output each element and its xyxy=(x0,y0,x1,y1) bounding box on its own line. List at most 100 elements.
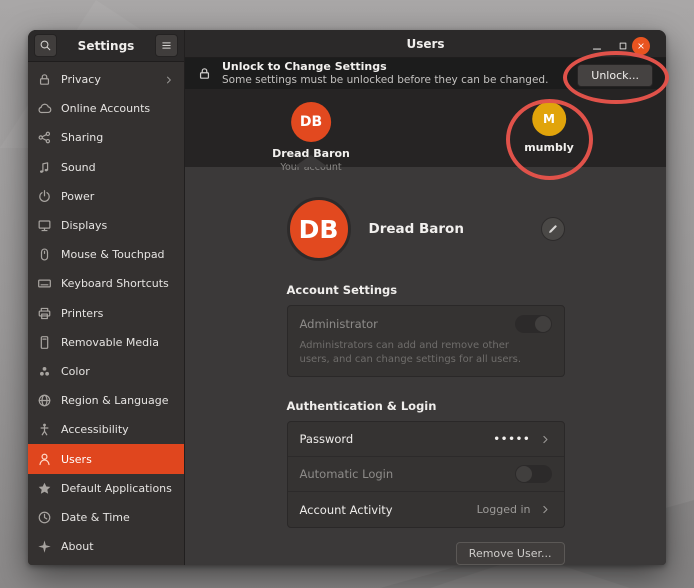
keyboard-icon xyxy=(37,276,52,291)
desktop: { "sidebar": { "title": "Settings", "ite… xyxy=(0,0,694,588)
row-value: ••••• xyxy=(494,434,531,445)
sparkle-icon xyxy=(37,539,52,554)
sidebar-item-label: Users xyxy=(61,453,175,466)
media-icon xyxy=(37,335,52,350)
globe-icon xyxy=(37,393,52,408)
unlock-banner: Unlock to Change Settings Some settings … xyxy=(185,58,666,89)
lock-icon xyxy=(37,72,52,87)
app-title: Settings xyxy=(57,39,155,53)
sidebar-item-about[interactable]: About xyxy=(28,532,184,561)
row-account-activity[interactable]: Account ActivityLogged in xyxy=(288,492,564,527)
sidebar-item-label: Printers xyxy=(61,307,175,320)
user-avatar: M xyxy=(532,102,566,136)
row-value: Logged in xyxy=(477,503,531,516)
sidebar-item-label: Region & Language xyxy=(61,394,175,407)
sidebar-item-default-applications[interactable]: Default Applications xyxy=(28,474,184,503)
sidebar-item-displays[interactable]: Displays xyxy=(28,211,184,240)
profile-avatar[interactable]: DB xyxy=(287,197,351,261)
sidebar-item-label: Online Accounts xyxy=(61,102,175,115)
unlock-banner-subtitle: Some settings must be unlocked before th… xyxy=(222,74,548,87)
administrator-toggle[interactable] xyxy=(515,315,552,333)
chevron-right-icon xyxy=(163,74,175,86)
sidebar-item-label: Accessibility xyxy=(61,423,175,436)
row-label: Account Activity xyxy=(300,503,477,517)
sidebar-item-removable-media[interactable]: Removable Media xyxy=(28,328,184,357)
titlebar: Users xyxy=(185,30,666,58)
sidebar-item-label: Privacy xyxy=(61,73,163,86)
sidebar-item-label: Power xyxy=(61,190,175,203)
sidebar-item-printers[interactable]: Printers xyxy=(28,299,184,328)
sidebar-item-power[interactable]: Power xyxy=(28,182,184,211)
sidebar-item-label: Color xyxy=(61,365,175,378)
star-icon xyxy=(37,481,52,496)
unlock-banner-texts: Unlock to Change Settings Some settings … xyxy=(222,60,548,87)
search-button[interactable] xyxy=(34,34,57,57)
remove-user-button[interactable]: Remove User... xyxy=(456,542,565,565)
sidebar-item-label: Mouse & Touchpad xyxy=(61,248,175,261)
administrator-description: Administrators can add and remove other … xyxy=(300,339,540,366)
unlock-banner-title: Unlock to Change Settings xyxy=(222,60,548,74)
sidebar-item-region-language[interactable]: Region & Language xyxy=(28,386,184,415)
edit-name-button[interactable] xyxy=(541,217,565,241)
display-icon xyxy=(37,218,52,233)
chevron-right-icon xyxy=(539,433,552,446)
minimize-icon xyxy=(590,39,604,53)
row-label: Automatic Login xyxy=(300,467,515,481)
sidebar-item-label: Keyboard Shortcuts xyxy=(61,277,175,290)
row-label: Password xyxy=(300,432,494,446)
auth-login-card: Password••••• Automatic Login Account Acti… xyxy=(287,421,565,528)
color-icon xyxy=(37,364,52,379)
sidebar-item-mouse-touchpad[interactable]: Mouse & Touchpad xyxy=(28,240,184,269)
sidebar-item-sharing[interactable]: Sharing xyxy=(28,123,184,152)
sidebar-item-label: Sharing xyxy=(61,131,175,144)
row-automatic-login: Automatic Login xyxy=(288,457,564,492)
sidebar-item-label: Date & Time xyxy=(61,511,175,524)
account-settings-heading: Account Settings xyxy=(287,283,565,297)
sidebar-item-online-accounts[interactable]: Online Accounts xyxy=(28,94,184,123)
sidebar-item-accessibility[interactable]: Accessibility xyxy=(28,415,184,444)
pencil-icon xyxy=(547,223,559,235)
account-settings-card: Administrator Administrators can add and… xyxy=(287,305,565,377)
sidebar-item-color[interactable]: Color xyxy=(28,357,184,386)
user-carousel: DBDread BaronYour accountMmumbly xyxy=(185,89,666,167)
note-icon xyxy=(37,160,52,175)
hamburger-icon xyxy=(160,39,173,52)
user-name: mumbly xyxy=(524,141,574,154)
sidebar-item-label: Displays xyxy=(61,219,175,232)
sidebar: Settings Privacy Online Accounts Sharing So… xyxy=(28,30,185,565)
cloud-icon xyxy=(37,101,52,116)
access-icon xyxy=(37,422,52,437)
sidebar-item-label: Default Applications xyxy=(61,482,175,495)
content-area: DB Dread Baron Account Settings Administ… xyxy=(185,167,666,565)
carousel-user-mumbly[interactable]: Mmumbly xyxy=(524,102,574,154)
maximize-icon xyxy=(617,40,629,52)
power-icon xyxy=(37,189,52,204)
sidebar-item-label: Sound xyxy=(61,161,175,174)
carousel-selected-notch xyxy=(294,155,328,167)
profile-row: DB Dread Baron xyxy=(287,197,565,261)
user-icon xyxy=(37,452,52,467)
page-title: Users xyxy=(406,37,444,51)
sidebar-item-date-time[interactable]: Date & Time xyxy=(28,503,184,532)
clock-icon xyxy=(37,510,52,525)
chevron-right-icon xyxy=(539,503,552,516)
mouse-icon xyxy=(37,247,52,262)
remove-user-row: Remove User... xyxy=(287,542,565,565)
sidebar-item-keyboard-shortcuts[interactable]: Keyboard Shortcuts xyxy=(28,269,184,298)
sidebar-item-label: About xyxy=(61,540,175,553)
administrator-label: Administrator xyxy=(300,317,515,331)
menu-button[interactable] xyxy=(155,34,178,57)
sidebar-item-sound[interactable]: Sound xyxy=(28,153,184,182)
share-icon xyxy=(37,130,52,145)
sidebar-item-privacy[interactable]: Privacy xyxy=(28,65,184,94)
row-password[interactable]: Password••••• xyxy=(288,422,564,457)
auth-login-heading: Authentication & Login xyxy=(287,399,565,413)
sidebar-list: Privacy Online Accounts Sharing Sound Power D… xyxy=(28,62,184,565)
sidebar-item-users[interactable]: Users xyxy=(28,444,184,473)
sidebar-item-label: Removable Media xyxy=(61,336,175,349)
lock-icon xyxy=(197,66,212,81)
automatic-login-toggle[interactable] xyxy=(515,465,552,483)
close-icon xyxy=(632,37,650,55)
unlock-button[interactable]: Unlock... xyxy=(577,64,653,87)
main-panel: Users Unlock to Change Settings Some set… xyxy=(185,30,666,565)
